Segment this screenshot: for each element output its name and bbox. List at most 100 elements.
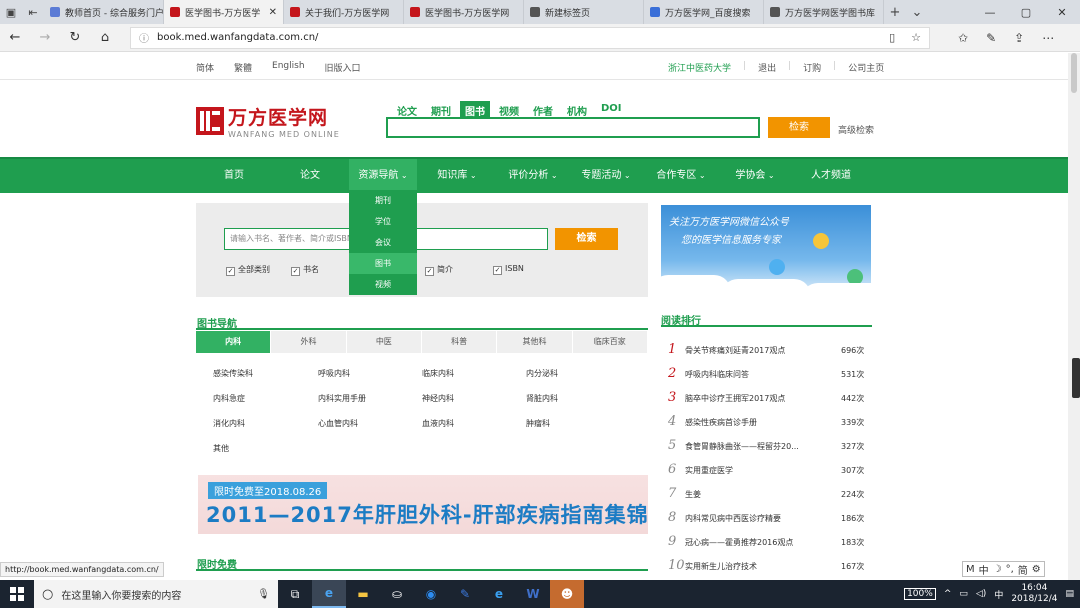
dropdown-item[interactable]: 期刊 (349, 190, 417, 211)
rank-title[interactable]: 冠心病——霍勇推荐2016观点 (685, 537, 793, 548)
tab-list-chevron-icon[interactable]: ⌄ (906, 5, 928, 20)
browser-tab[interactable]: 新建标签页 (524, 0, 644, 24)
tab-close-icon[interactable]: ✕ (265, 7, 277, 18)
language-link[interactable]: 旧版入口 (325, 61, 361, 74)
nav-item[interactable]: 论文 (272, 159, 348, 193)
battery-icon[interactable]: 100% (904, 588, 936, 600)
filter-checkbox[interactable]: ✓ 简介 (425, 264, 453, 276)
main-search-button[interactable]: 检索 (768, 117, 830, 138)
wechat-banner[interactable]: 关注万方医学网微信公众号 您的医学信息服务专家 (661, 205, 871, 297)
site-logo[interactable]: 万方医学网 WANFANG MED ONLINE (196, 103, 340, 139)
filter-checkbox[interactable]: ✓ 全部类别 (226, 264, 270, 276)
subcategory-link[interactable]: 神经内科 (422, 393, 454, 404)
pen-app-icon[interactable]: ✎ (448, 580, 482, 608)
subcategory-link[interactable]: 感染传染科 (213, 368, 253, 379)
checkbox-checked-icon[interactable]: ✓ (226, 267, 235, 276)
avatar-app-icon[interactable]: ☻ (550, 580, 584, 608)
page-scrollbar[interactable] (1068, 53, 1080, 580)
browser-tab[interactable]: 医学图书-万方医学 ✕ (164, 0, 284, 24)
advanced-search-link[interactable]: 高级检索 (838, 123, 874, 136)
nav-item[interactable]: 评价分析 ⌄ (496, 159, 570, 193)
rank-title[interactable]: 实用新生儿治疗技术 (685, 561, 757, 572)
subcategory-link[interactable]: 内科实用手册 (318, 393, 366, 404)
set-aside-tabs-icon[interactable]: ⇤ (22, 6, 44, 19)
nav-item[interactable]: 学协会 ⌄ (722, 159, 788, 193)
rank-title[interactable]: 生姜 (685, 489, 701, 500)
filter-checkbox[interactable]: ✓ ISBN (493, 264, 524, 275)
ime-settings-icon[interactable]: ⚙ (1032, 564, 1041, 575)
ie-browser-icon[interactable]: e (482, 580, 516, 608)
forward-arrow-icon[interactable]: → (30, 30, 60, 45)
network-icon[interactable]: ▭ (959, 589, 968, 599)
institution-name[interactable]: 浙江中医药大学 (668, 61, 731, 74)
rank-title[interactable]: 感染性疾病首诊手册 (685, 417, 757, 428)
category-tab[interactable]: 临床百家 (573, 331, 648, 353)
subcategory-link[interactable]: 血液内科 (422, 418, 454, 429)
logout-link[interactable]: 退出 (758, 61, 776, 74)
nav-item[interactable]: 专题活动 ⌄ (572, 159, 640, 193)
category-tab[interactable]: 中医 (347, 331, 422, 353)
ime-lang-indicator[interactable]: 中 (994, 588, 1003, 601)
ime-mode-icon[interactable]: M (966, 564, 975, 575)
word-app-icon[interactable]: W (516, 580, 550, 608)
store-icon[interactable]: ⛀ (380, 580, 414, 608)
notes-pen-icon[interactable]: ✎ (986, 31, 996, 45)
browser-tab[interactable]: 教师首页 - 综合服务门户 (44, 0, 164, 24)
dropdown-item[interactable]: 图书 (349, 253, 417, 274)
category-tab[interactable]: 内科 (196, 331, 272, 353)
url-field[interactable]: ⓘ book.med.wanfangdata.com.cn/ ▯ ☆ (130, 26, 930, 49)
home-icon[interactable]: ⌂ (90, 30, 120, 45)
rank-title[interactable]: 脑卒中诊疗王拥军2017观点 (685, 393, 785, 404)
category-tab[interactable]: 其他科 (497, 331, 573, 353)
subcategory-link[interactable]: 消化内科 (213, 418, 245, 429)
edge-browser-icon[interactable]: e (312, 580, 346, 608)
subscribe-link[interactable]: 订购 (803, 61, 821, 74)
nav-item[interactable]: 资源导航 ⌄ (349, 159, 417, 193)
browser-tab[interactable]: 关于我们-万方医学网 (284, 0, 404, 24)
refresh-icon[interactable]: ↻ (60, 30, 90, 45)
subcategory-link[interactable]: 内科急症 (213, 393, 245, 404)
notification-icon[interactable]: ▤ (1065, 589, 1074, 599)
rank-title[interactable]: 内科常见病中西医诊疗精要 (685, 513, 781, 524)
subcategory-link[interactable]: 其他 (213, 443, 229, 454)
ime-moon-icon[interactable]: ☽ (993, 564, 1002, 575)
windows-start-icon[interactable] (0, 580, 34, 608)
subcategory-link[interactable]: 内分泌科 (526, 368, 558, 379)
browser-tab[interactable]: 医学图书-万方医学网 (404, 0, 524, 24)
company-home-link[interactable]: 公司主页 (848, 61, 884, 74)
rank-title[interactable]: 食管胃静脉曲张——程留芬20... (685, 441, 799, 452)
subcategory-link[interactable]: 心血管内科 (318, 418, 358, 429)
ime-punct-icon[interactable]: °, (1006, 564, 1014, 575)
subcategory-link[interactable]: 肾脏内科 (526, 393, 558, 404)
file-explorer-icon[interactable]: ▬ (346, 580, 380, 608)
dropdown-item[interactable]: 学位 (349, 211, 417, 232)
rank-title[interactable]: 呼吸内科临床问答 (685, 369, 749, 380)
dropdown-item[interactable]: 视频 (349, 274, 417, 295)
task-view-icon[interactable]: ⧉ (278, 580, 312, 608)
taskbar-search-box[interactable]: ○ 在这里输入你要搜索的内容 🎙 (34, 580, 278, 608)
tray-chevron-icon[interactable]: ^ (944, 589, 952, 599)
share-icon[interactable]: ⇪ (1014, 31, 1024, 45)
language-link[interactable]: 繁體 (234, 61, 252, 74)
microphone-icon[interactable]: 🎙 (257, 589, 270, 600)
rank-title[interactable]: 实用重症医学 (685, 465, 733, 476)
category-tab[interactable]: 外科 (271, 331, 347, 353)
rank-title[interactable]: 骨关节疼痛刘延青2017观点 (685, 345, 785, 356)
nav-item[interactable]: 首页 (196, 159, 272, 193)
reading-view-icon[interactable]: ▯ (889, 31, 895, 44)
close-window-button[interactable]: ✕ (1044, 6, 1080, 19)
main-search-input[interactable] (386, 117, 760, 138)
category-tab[interactable]: 科普 (422, 331, 498, 353)
ime-toolbar[interactable]: M 中 ☽ °, 简 ⚙ (962, 561, 1045, 577)
maximize-button[interactable]: ▢ (1008, 6, 1044, 19)
checkbox-checked-icon[interactable]: ✓ (425, 267, 434, 276)
tab-preview-icon[interactable]: ▣ (0, 6, 22, 19)
book-search-button[interactable]: 检索 (555, 228, 618, 250)
ime-lang-icon[interactable]: 中 (979, 562, 989, 577)
minimize-button[interactable]: — (972, 6, 1008, 19)
favorites-list-icon[interactable]: ✩ (958, 31, 968, 45)
clock[interactable]: 16:04 2018/12/4 (1011, 583, 1057, 605)
ime-simplified-icon[interactable]: 简 (1018, 562, 1028, 577)
more-menu-icon[interactable]: ⋯ (1042, 31, 1054, 45)
checkbox-checked-icon[interactable]: ✓ (291, 267, 300, 276)
